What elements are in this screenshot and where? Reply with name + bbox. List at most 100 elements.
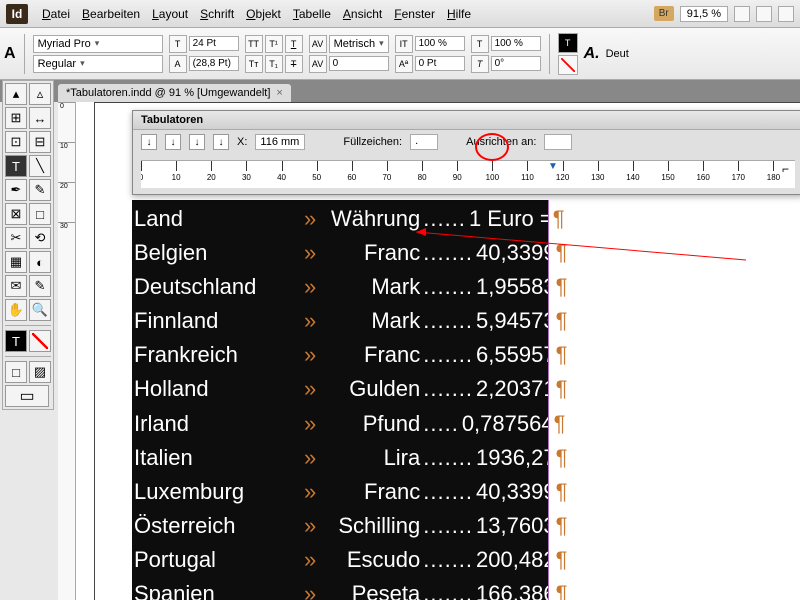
zoom-tool[interactable]: 🔍 [29,299,51,321]
tab-align-on-input[interactable] [544,134,572,150]
baseline-input[interactable]: 0 Pt [415,56,465,71]
tabs-panel-title[interactable]: Tabulatoren [133,111,800,130]
cell-value: 1936,27 [476,441,556,475]
ruler-tick [457,161,458,171]
view-icon-3[interactable] [778,6,794,22]
pen-tool[interactable]: ✒ [5,179,27,201]
view-icon-2[interactable] [756,6,772,22]
tab-char-icon: » [294,441,326,475]
document-tab-title: *Tabulatoren.indd @ 91 % [Umgewandelt] [66,87,270,99]
cell-currency: Peseta [326,577,420,600]
tracking-input[interactable]: 0 [329,56,389,71]
smallcaps-btn[interactable]: Tᴛ [245,55,263,73]
underline-btn[interactable]: T [285,35,303,53]
apply-color[interactable]: □ [5,361,27,383]
cell-country: Holland [134,372,294,406]
tab-x-input[interactable]: 116 mm [255,134,305,150]
eyedropper-tool[interactable]: ✎ [29,275,51,297]
feather-tool[interactable]: ◐ [29,251,51,273]
magnet-icon[interactable]: ⌐ [782,162,789,176]
cell-currency: Pfund [326,407,420,441]
line-tool[interactable]: ╲ [29,155,51,177]
menu-schrift[interactable]: Schrift [196,5,238,23]
tab-left-align[interactable]: ↓ [141,134,157,150]
apply-gradient[interactable]: ▨ [29,361,51,383]
gradient-tool[interactable]: ▦ [5,251,27,273]
ruler-tick [141,161,142,171]
pilcrow-icon: ¶ [556,441,568,475]
menu-layout[interactable]: Layout [148,5,192,23]
leading-input[interactable]: (28,8 Pt) [189,56,239,71]
font-family-dropdown[interactable]: Myriad Pro [33,35,163,53]
cell-currency: Franc [326,475,420,509]
font-style-dropdown[interactable]: Regular [33,55,163,73]
vscale-input[interactable]: 100 % [415,36,465,51]
bridge-badge[interactable]: Br [654,6,674,21]
menu-objekt[interactable]: Objekt [242,5,285,23]
document-canvas: Tabulatoren ↓ ↓ ↓ ↓ X: 116 mm Füllzeiche… [76,102,800,600]
tab-right-align[interactable]: ↓ [189,134,205,150]
menu-ansicht[interactable]: Ansicht [339,5,386,23]
view-icon-1[interactable] [734,6,750,22]
menu-hilfe[interactable]: Hilfe [443,5,475,23]
cell-currency: Mark [326,270,420,304]
cell-value: 5,94573 [476,304,556,338]
tab-char-icon: » [294,304,326,338]
supscript-btn[interactable]: T¹ [265,35,283,53]
transform-tool[interactable]: ⟲ [29,227,51,249]
strike-btn[interactable]: T [285,55,303,73]
content-placer-tool[interactable]: ⊟ [29,131,51,153]
tab-center-align[interactable]: ↓ [165,134,181,150]
tabs-panel[interactable]: Tabulatoren ↓ ↓ ↓ ↓ X: 116 mm Füllzeiche… [132,110,800,195]
menu-fenster[interactable]: Fenster [390,5,439,23]
stroke-swatch[interactable] [29,330,51,352]
caps-btn[interactable]: TT [245,35,263,53]
selection-tool[interactable]: ▴ [5,83,27,105]
font-size-input[interactable]: 24 Pt [189,36,239,51]
zoom-level[interactable]: 91,5 % [680,6,728,22]
pilcrow-icon: ¶ [556,236,568,270]
tab-fill-input[interactable]: . [410,134,438,150]
tab-marker[interactable]: ▼ [548,161,558,172]
char-mode-icon[interactable]: A [4,45,16,63]
menu-bearbeiten[interactable]: Bearbeiten [78,5,144,23]
hand-tool[interactable]: ✋ [5,299,27,321]
view-mode[interactable]: ▭ [5,385,49,407]
fill-swatch[interactable]: T [5,330,27,352]
subscript-btn[interactable]: T₁ [265,55,283,73]
cell-currency: Franc [326,338,420,372]
tab-decimal-align[interactable]: ↓ [213,134,229,150]
close-icon[interactable]: × [276,87,282,99]
cell-value: 40,3399 [476,475,556,509]
frame-tool[interactable]: ⊠ [5,203,27,225]
type-tool[interactable]: T [5,155,27,177]
scissors-tool[interactable]: ✂ [5,227,27,249]
document-tab[interactable]: *Tabulatoren.indd @ 91 % [Umgewandelt] × [58,84,291,102]
tabs-ruler[interactable]: ▼ ⌐ 010203040506070809010011012013014015… [141,160,795,188]
char-style-icon[interactable]: A. [584,45,600,63]
ruler-number: 50 [312,173,321,182]
skew-input[interactable]: 0° [491,56,541,71]
fill-label: Füllzeichen: [343,136,402,148]
tab-char-icon: » [294,338,326,372]
text-frame[interactable]: Land»Währung......1 Euro =¶Belgien»Franc… [132,200,548,600]
cell-currency: Währung [326,202,420,236]
content-collector-tool[interactable]: ⊡ [5,131,27,153]
menu-tabelle[interactable]: Tabelle [289,5,335,23]
stroke-color-swatch[interactable] [558,55,578,75]
kerning-dropdown[interactable]: Metrisch [329,35,389,53]
ruler-number: 180 [767,173,780,182]
leading-icon: A [169,55,187,73]
ruler-number: 30 [242,173,251,182]
rectangle-tool[interactable]: □ [29,203,51,225]
hscale-input[interactable]: 100 % [491,36,541,51]
cell-country: Frankreich [134,338,294,372]
cell-country: Spanien [134,577,294,600]
pencil-tool[interactable]: ✎ [29,179,51,201]
menu-datei[interactable]: Datei [38,5,74,23]
gap-tool[interactable]: ↔ [29,107,51,129]
fill-color-swatch[interactable]: T [558,33,578,53]
direct-selection-tool[interactable]: ▵ [29,83,51,105]
note-tool[interactable]: ✉ [5,275,27,297]
page-tool[interactable]: ⊞ [5,107,27,129]
